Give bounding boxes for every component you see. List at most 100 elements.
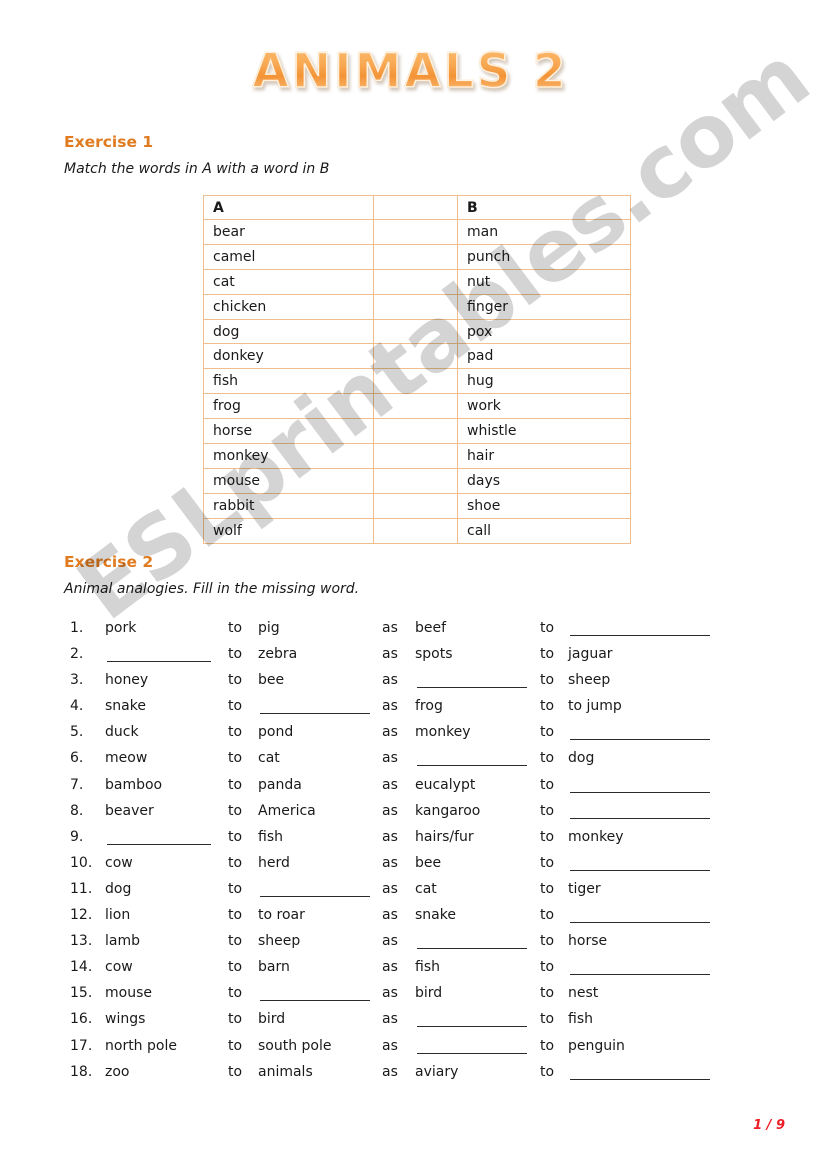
answer-blank[interactable] xyxy=(570,803,710,819)
analogy-connector-to: to xyxy=(540,907,555,924)
analogy-term-2: bee xyxy=(258,672,285,689)
analogy-blank-1[interactable] xyxy=(105,646,223,666)
match-answer-cell[interactable] xyxy=(373,268,458,295)
answer-blank[interactable] xyxy=(260,698,370,715)
analogy-connector-as: as xyxy=(382,698,398,715)
analogy-row: 10. cow to herd as bee to xyxy=(0,855,821,881)
column-a-word: dog xyxy=(203,318,374,345)
analogy-blank-4[interactable] xyxy=(568,1064,710,1084)
answer-blank[interactable] xyxy=(417,1011,527,1028)
analogy-connector-to: to xyxy=(228,724,243,741)
analogy-term-1: pork xyxy=(105,620,137,636)
analogy-blank-3[interactable] xyxy=(415,933,535,953)
analogy-connector-as: as xyxy=(382,907,398,924)
column-b-word: shoe xyxy=(457,492,631,519)
exercise-2-instruction: Animal analogies. Fill in the missing wo… xyxy=(64,581,360,597)
answer-blank[interactable] xyxy=(570,620,710,636)
analogy-term-3: fish xyxy=(415,959,440,976)
analogy-blank-2[interactable] xyxy=(258,698,376,718)
answer-blank[interactable] xyxy=(260,985,370,1002)
analogy-term-2: south pole xyxy=(258,1037,332,1054)
analogy-blank-2[interactable] xyxy=(258,881,376,901)
match-answer-cell[interactable] xyxy=(373,368,458,395)
analogy-connector-as: as xyxy=(382,776,398,793)
analogy-row: 5. duck to pond as monkey to xyxy=(0,724,821,750)
table-row: mouse days xyxy=(203,467,631,494)
column-a-word: donkey xyxy=(203,343,374,370)
analogy-term-3: bee xyxy=(415,854,442,871)
table-row: horse whistle xyxy=(203,418,631,445)
analogy-number: 17. xyxy=(70,1037,93,1054)
answer-blank[interactable] xyxy=(570,907,710,924)
column-a-word: cat xyxy=(203,268,374,295)
analogy-term-1: bamboo xyxy=(105,776,163,793)
table-row: dog pox xyxy=(203,318,631,345)
analogy-blank-3[interactable] xyxy=(415,1038,535,1058)
analogy-number: 15. xyxy=(70,985,93,1002)
answer-blank[interactable] xyxy=(570,1064,710,1080)
match-answer-cell[interactable] xyxy=(373,393,458,420)
analogy-term-4: to jump xyxy=(568,698,622,715)
analogy-connector-as: as xyxy=(382,933,398,950)
answer-blank[interactable] xyxy=(417,933,527,950)
analogy-blank-3[interactable] xyxy=(415,1011,535,1031)
match-answer-cell[interactable] xyxy=(373,467,458,494)
match-answer-cell[interactable] xyxy=(373,219,458,245)
answer-blank[interactable] xyxy=(570,959,710,976)
answer-blank[interactable] xyxy=(107,646,211,663)
match-answer-cell[interactable] xyxy=(373,443,458,469)
column-a-word: rabbit xyxy=(203,492,374,519)
answer-blank[interactable] xyxy=(570,855,710,871)
match-answer-cell[interactable] xyxy=(373,418,458,445)
analogy-connector-to: to xyxy=(540,646,555,663)
answer-blank[interactable] xyxy=(570,724,710,741)
analogy-term-2: sheep xyxy=(258,933,301,950)
analogy-connector-to: to xyxy=(540,698,555,715)
analogy-connector-to: to xyxy=(228,672,243,689)
answer-blank[interactable] xyxy=(417,1038,527,1054)
analogy-term-4: sheep xyxy=(568,672,611,689)
analogy-blank-3[interactable] xyxy=(415,750,535,770)
analogy-blank-4[interactable] xyxy=(568,620,710,640)
analogy-connector-as: as xyxy=(382,620,398,636)
column-b-word: pox xyxy=(457,318,631,345)
analogy-row: 8. beaver to America as kangaroo to xyxy=(0,803,821,829)
analogy-blank-4[interactable] xyxy=(568,907,710,927)
answer-blank[interactable] xyxy=(107,829,211,845)
analogy-term-2: panda xyxy=(258,776,302,793)
analogy-term-1: snake xyxy=(105,698,146,715)
analogy-row: 13. lamb to sheep as to horse xyxy=(0,933,821,959)
analogy-blank-4[interactable] xyxy=(568,959,710,979)
analogy-term-1: meow xyxy=(105,750,148,767)
answer-blank[interactable] xyxy=(570,777,710,793)
analogy-blank-4[interactable] xyxy=(568,777,710,797)
analogy-term-1: honey xyxy=(105,672,149,689)
analogy-connector-to: to xyxy=(228,698,243,715)
analogy-term-4: nest xyxy=(568,985,599,1002)
analogy-connector-to: to xyxy=(228,620,243,636)
match-answer-cell[interactable] xyxy=(373,293,458,320)
analogy-number: 18. xyxy=(70,1063,93,1080)
match-answer-cell[interactable] xyxy=(373,318,458,345)
analogy-term-1: beaver xyxy=(105,802,154,819)
match-answer-cell[interactable] xyxy=(373,517,458,544)
analogy-row: 15. mouse to as bird to nest xyxy=(0,985,821,1011)
analogy-blank-4[interactable] xyxy=(568,855,710,875)
match-answer-cell[interactable] xyxy=(373,343,458,370)
answer-blank[interactable] xyxy=(260,881,370,897)
analogy-blank-4[interactable] xyxy=(568,724,710,744)
answer-blank[interactable] xyxy=(417,672,527,689)
analogy-connector-to: to xyxy=(228,880,243,897)
match-answer-cell[interactable] xyxy=(373,243,458,270)
match-answer-cell[interactable] xyxy=(373,492,458,519)
analogy-blank-2[interactable] xyxy=(258,985,376,1005)
column-a-word: bear xyxy=(203,219,374,245)
analogy-term-3: spots xyxy=(415,646,453,663)
analogy-blank-4[interactable] xyxy=(568,803,710,823)
answer-blank[interactable] xyxy=(417,750,527,767)
table-row: chicken finger xyxy=(203,293,631,320)
analogy-connector-to: to xyxy=(228,933,243,950)
column-a-word: mouse xyxy=(203,467,374,494)
analogy-blank-1[interactable] xyxy=(105,829,223,849)
analogy-blank-3[interactable] xyxy=(415,672,535,692)
